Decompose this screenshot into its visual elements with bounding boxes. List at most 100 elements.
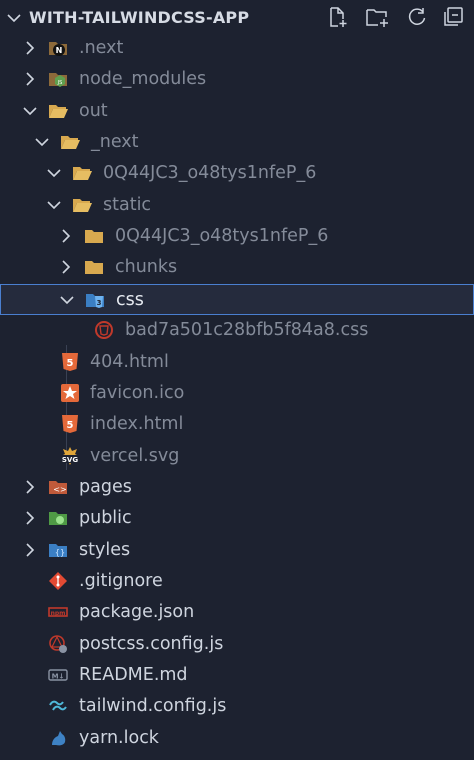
node-folder-icon: JS [48,69,68,89]
folder-icon [84,257,104,277]
explorer-header[interactable]: WITH-TAILWINDCSS-APP [0,0,474,34]
tree-item-label: favicon.ico [90,383,185,403]
folder-open-icon [60,132,80,152]
tree-file-item[interactable]: SVG vercel.svg [0,441,474,472]
favicon-file-icon [60,383,80,403]
tailwind-file-icon [48,696,68,716]
public-folder-icon [48,508,68,528]
git-file-icon [48,571,68,591]
chevron-down-icon[interactable] [59,292,75,308]
tree-item-label: css [116,290,144,310]
html-file-icon: 5 [60,352,80,372]
tree-folder-item[interactable]: 0Q44JC3_o48tys1nfeP_6 [0,158,474,189]
tree-item-label: 0Q44JC3_o48tys1nfeP_6 [103,163,317,183]
npm-file-icon: npm [48,602,68,622]
tree-item-label: chunks [115,257,178,277]
tree-folder-item[interactable]: JS node_modules [0,64,474,95]
folder-open-icon [48,101,68,121]
tree-item-label: postcss.config.js [79,634,224,654]
markdown-file-icon: M↓ [48,665,68,685]
tree-file-item[interactable]: npm package.json [0,597,474,628]
svg-text:{}: {} [55,548,65,557]
tree-folder-item[interactable]: 3 css [0,284,474,315]
refresh-button[interactable] [404,4,430,30]
folder-open-icon [72,195,92,215]
tree-folder-item[interactable]: N .next [0,33,474,64]
svg-file-icon: SVG [60,446,80,466]
chevron-right-icon[interactable] [22,40,38,56]
tree-file-item[interactable]: bad7a501c28bfb5f84a8.css [0,315,474,346]
yarn-file-icon [48,728,68,748]
tree-item-label: tailwind.config.js [79,696,227,716]
svg-text:SVG: SVG [62,456,78,464]
next-folder-icon: N [48,38,68,58]
new-folder-button[interactable] [364,4,390,30]
tree-item-label: node_modules [79,69,207,89]
chevron-down-icon[interactable] [22,103,38,119]
tree-item-label: out [79,101,108,121]
svg-text:5: 5 [67,420,74,431]
svg-text:5: 5 [67,358,74,369]
svg-text:<>: <> [53,485,66,494]
chevron-right-icon[interactable] [22,542,38,558]
chevron-down-icon[interactable] [6,10,22,26]
chevron-right-icon[interactable] [22,510,38,526]
postcss-file-icon [48,634,68,654]
css-folder-icon: 3 [85,290,105,310]
tree-item-label: .gitignore [79,571,163,591]
tree-item-label: 0Q44JC3_o48tys1nfeP_6 [115,226,329,246]
tree-file-item[interactable]: postcss.config.js [0,629,474,660]
tree-item-label: _next [91,132,139,152]
svg-text:npm: npm [51,610,66,617]
tree-item-label: .next [79,38,124,58]
pages-folder-icon: <> [48,477,68,497]
styles-folder-icon: {} [48,540,68,560]
svg-text:N: N [56,46,63,55]
new-folder-icon [366,9,388,27]
tree-folder-item[interactable]: 0Q44JC3_o48tys1nfeP_6 [0,221,474,252]
tree-folder-item[interactable]: <> pages [0,472,474,503]
svg-text:JS: JS [57,80,63,86]
tree-item-label: index.html [90,414,184,434]
tree-file-item[interactable]: tailwind.config.js [0,691,474,722]
tree-item-label: vercel.svg [90,446,180,466]
tree-file-item[interactable]: favicon.ico [0,378,474,409]
tree-file-item[interactable]: yarn.lock [0,723,474,754]
tree-file-item[interactable]: 5 index.html [0,409,474,440]
tree-item-label: static [103,195,152,215]
tree-item-label: public [79,508,132,528]
chevron-down-icon[interactable] [46,165,62,181]
folder-icon [84,226,104,246]
tree-folder-item[interactable]: chunks [0,252,474,283]
tree-folder-item[interactable]: static [0,190,474,221]
tree-folder-item[interactable]: public [0,503,474,534]
chevron-right-icon[interactable] [58,228,74,244]
chevron-right-icon[interactable] [22,71,38,87]
tree-item-label: pages [79,477,132,497]
tree-item-label: 404.html [90,352,169,372]
collapse-all-button[interactable] [440,4,466,30]
chevron-down-icon[interactable] [46,197,62,213]
tree-folder-item[interactable]: _next [0,127,474,158]
css-file-icon [94,320,114,340]
tree-item-label: package.json [79,602,195,622]
tree-folder-item[interactable]: {} styles [0,535,474,566]
svg-text:3: 3 [97,299,102,307]
tree-item-label: README.md [79,665,188,685]
new-file-button[interactable] [324,4,350,30]
chevron-down-icon[interactable] [34,134,50,150]
html-file-icon: 5 [60,414,80,434]
explorer-title: WITH-TAILWINDCSS-APP [29,8,250,27]
tree-file-item[interactable]: .gitignore [0,566,474,597]
folder-open-icon [72,163,92,183]
svg-text:M↓: M↓ [52,673,65,681]
chevron-right-icon[interactable] [58,259,74,275]
tree-file-item[interactable]: 5 404.html [0,347,474,378]
chevron-right-icon[interactable] [22,479,38,495]
tree-folder-item[interactable]: out [0,96,474,127]
new-file-icon [330,7,347,27]
collapse-all-icon [444,7,463,26]
tree-file-item[interactable]: M↓ README.md [0,660,474,691]
tree-item-label: yarn.lock [79,728,159,748]
tree-item-label: bad7a501c28bfb5f84a8.css [125,320,369,340]
